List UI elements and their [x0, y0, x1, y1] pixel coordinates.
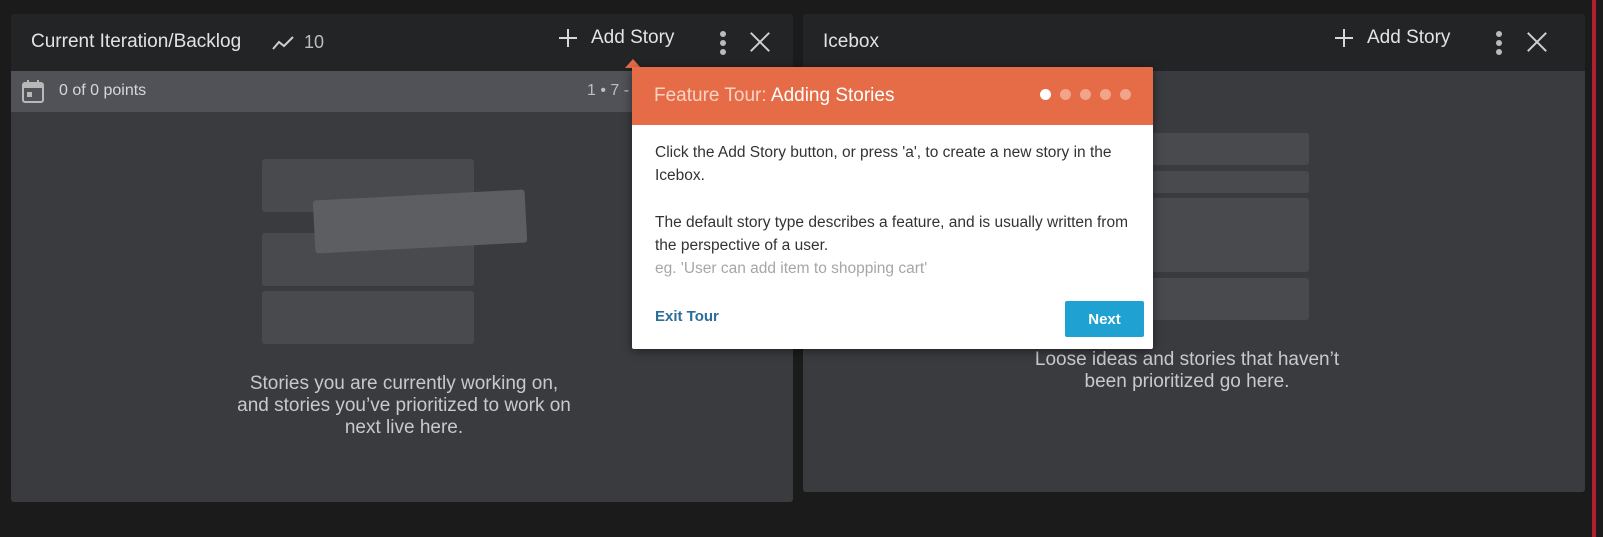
- backlog-title: Current Iteration/Backlog: [31, 31, 242, 52]
- next-button[interactable]: Next: [1065, 301, 1144, 337]
- more-options-icon[interactable]: [1496, 31, 1502, 55]
- tour-paragraph: Click the Add Story button, or press 'a'…: [655, 144, 1112, 184]
- icebox-add-story-button[interactable]: Add Story: [1335, 27, 1450, 49]
- close-icon[interactable]: [1526, 31, 1548, 53]
- backlog-header: Current Iteration/Backlog 10 Add Story: [11, 14, 793, 71]
- close-icon[interactable]: [749, 31, 771, 53]
- tour-step-dot[interactable]: [1120, 89, 1131, 100]
- plus-icon: [1335, 29, 1353, 47]
- backlog-empty-message: Stories you are currently working on, an…: [237, 373, 571, 438]
- calendar-icon: [22, 80, 44, 103]
- iteration-points: 0 of 0 points: [59, 82, 147, 99]
- add-story-label: Add Story: [1367, 27, 1451, 48]
- scroll-track: [1585, 0, 1592, 537]
- tour-header: Feature Tour: Adding Stories: [632, 67, 1153, 125]
- plus-icon: [559, 29, 577, 47]
- feature-tour-popover: Feature Tour: Adding Stories Click the A…: [632, 67, 1153, 349]
- tour-title: Feature Tour: Adding Stories: [654, 85, 894, 107]
- tour-step-dot[interactable]: [1080, 89, 1091, 100]
- exit-tour-link[interactable]: Exit Tour: [655, 308, 719, 325]
- icebox-empty-message: Loose ideas and stories that haven’t bee…: [1034, 349, 1340, 392]
- scrollbar[interactable]: [1592, 0, 1596, 537]
- tour-step-indicator: [1031, 89, 1131, 100]
- velocity-trend-icon: [272, 36, 294, 50]
- tour-paragraph: The default story type describes a featu…: [655, 214, 1128, 254]
- tour-title-prefix: Feature Tour:: [654, 85, 767, 106]
- tour-example: eg. 'User can add item to shopping cart': [655, 260, 928, 277]
- more-options-icon[interactable]: [720, 31, 726, 55]
- tour-body: Click the Add Story button, or press 'a'…: [655, 141, 1131, 280]
- icebox-header: Icebox Add Story: [803, 14, 1585, 71]
- placeholder-card-dragged: [312, 189, 528, 254]
- add-story-label: Add Story: [591, 27, 675, 48]
- iteration-range: 1 • 7 -: [587, 82, 630, 99]
- icebox-title: Icebox: [823, 31, 879, 52]
- backlog-add-story-button[interactable]: Add Story: [559, 27, 674, 49]
- tour-title-name: Adding Stories: [770, 85, 895, 106]
- tour-step-dot[interactable]: [1100, 89, 1111, 100]
- velocity-value: 10: [304, 32, 325, 52]
- placeholder-card: [262, 291, 474, 344]
- tour-step-dot[interactable]: [1060, 89, 1071, 100]
- tour-step-dot[interactable]: [1040, 89, 1051, 100]
